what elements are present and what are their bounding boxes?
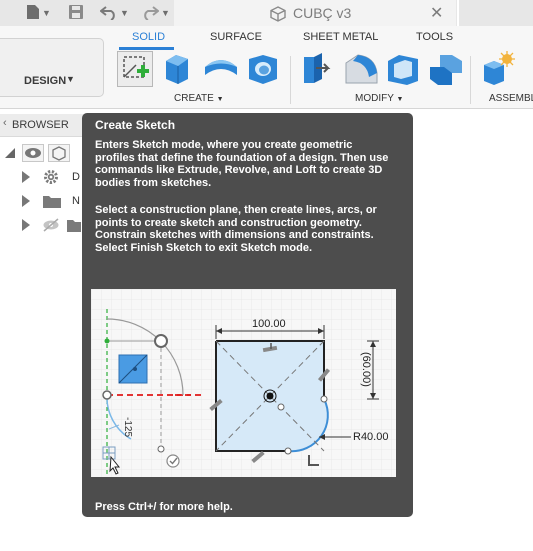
command-tooltip: Create Sketch Enters Sketch mode, where … (82, 113, 413, 517)
modify-menu[interactable]: MODIFY ▼ (355, 93, 403, 104)
workspace-label: DESIGN (24, 75, 67, 87)
expand-arrow-icon[interactable] (22, 219, 30, 231)
tooltip-help-hint: Press Ctrl+/ for more help. (95, 501, 233, 513)
folder-icon (42, 193, 62, 214)
radius-dimension: R40.00 (353, 431, 388, 443)
hole-icon (249, 55, 277, 84)
fillet-button[interactable] (343, 51, 379, 87)
undo-icon[interactable] (99, 4, 118, 22)
height-dimension: (60.00) (360, 352, 372, 387)
create-sketch-icon (123, 56, 149, 78)
fillet-icon (345, 54, 378, 84)
hidden-eye-icon[interactable] (42, 217, 60, 238)
sketch-illustration: -125 100.00 (60.00) R40.00 (91, 289, 396, 477)
tree-item-label[interactable]: N (72, 195, 80, 207)
close-tab-icon[interactable]: ✕ (430, 3, 443, 23)
tooltip-description: Enters Sketch mode, where you create geo… (95, 139, 389, 189)
extrude-button[interactable] (160, 51, 196, 87)
tab-sheet-metal[interactable]: SHEET METAL (303, 31, 378, 43)
group-divider (290, 56, 291, 104)
hole-button[interactable] (245, 51, 281, 87)
browser-label: BROWSER (12, 119, 69, 131)
tab-solid[interactable]: SOLID (132, 31, 165, 43)
redo-icon[interactable] (141, 4, 160, 22)
revolve-button[interactable] (203, 51, 239, 87)
redo-caret-icon[interactable]: ▼ (161, 4, 170, 22)
expand-arrow-icon[interactable] (22, 195, 30, 207)
document-tab[interactable]: CUBÇ v3 ✕ (174, 0, 456, 26)
side-dimension: -125 (122, 417, 133, 437)
shell-button[interactable] (385, 51, 421, 87)
tab-tools[interactable]: TOOLS (416, 31, 453, 43)
file-icon[interactable] (26, 4, 40, 22)
eye-icon[interactable] (22, 144, 44, 167)
new-component-icon (484, 51, 515, 85)
component-icon (48, 144, 70, 167)
tab-divider (457, 0, 459, 26)
active-tab-indicator (119, 47, 174, 50)
press-pull-button[interactable] (300, 51, 336, 87)
title-bar: ▼ ▼ ▼ CUBÇ v3 ✕ (0, 0, 533, 26)
extrude-icon (166, 55, 188, 84)
assemble-menu[interactable]: ASSEMBL (489, 93, 533, 104)
group-divider (470, 56, 471, 104)
create-menu-label: CREATE (174, 93, 214, 104)
combine-icon (430, 55, 462, 85)
chevron-down-icon: ▼ (66, 74, 75, 84)
folder-icon (66, 217, 82, 238)
toolbar: DESIGN ▼ SOLID SURFACE SHEET METAL TOOLS (0, 26, 533, 109)
tooltip-title: Create Sketch (95, 118, 176, 132)
gear-icon (42, 168, 60, 191)
expand-arrow-icon[interactable] (22, 171, 30, 183)
revolve-icon (205, 60, 237, 75)
width-dimension: 100.00 (252, 318, 286, 330)
shell-icon (388, 55, 418, 85)
save-icon[interactable] (68, 4, 84, 22)
undo-caret-icon[interactable]: ▼ (120, 4, 129, 22)
workspace-switcher[interactable]: DESIGN ▼ (0, 38, 104, 97)
create-menu[interactable]: CREATE ▼ (174, 93, 224, 104)
tree-item-label[interactable]: D (72, 171, 80, 183)
press-pull-icon (304, 53, 331, 83)
modify-menu-label: MODIFY (355, 93, 394, 104)
cube-icon (270, 6, 286, 27)
tooltip-instructions: Select a construction plane, then create… (95, 204, 377, 254)
chevron-down-icon: ▼ (216, 96, 224, 103)
tab-surface[interactable]: SURFACE (210, 31, 262, 43)
chevron-down-icon: ▼ (396, 96, 404, 103)
create-sketch-button[interactable] (117, 51, 153, 87)
collapse-arrow-icon[interactable] (4, 146, 16, 164)
document-title: CUBÇ v3 (293, 5, 352, 21)
new-component-button[interactable] (480, 51, 516, 87)
file-menu-caret-icon[interactable]: ▼ (42, 4, 51, 22)
combine-button[interactable] (428, 51, 464, 87)
browser-collapse-icon[interactable]: ‹ (3, 117, 7, 129)
